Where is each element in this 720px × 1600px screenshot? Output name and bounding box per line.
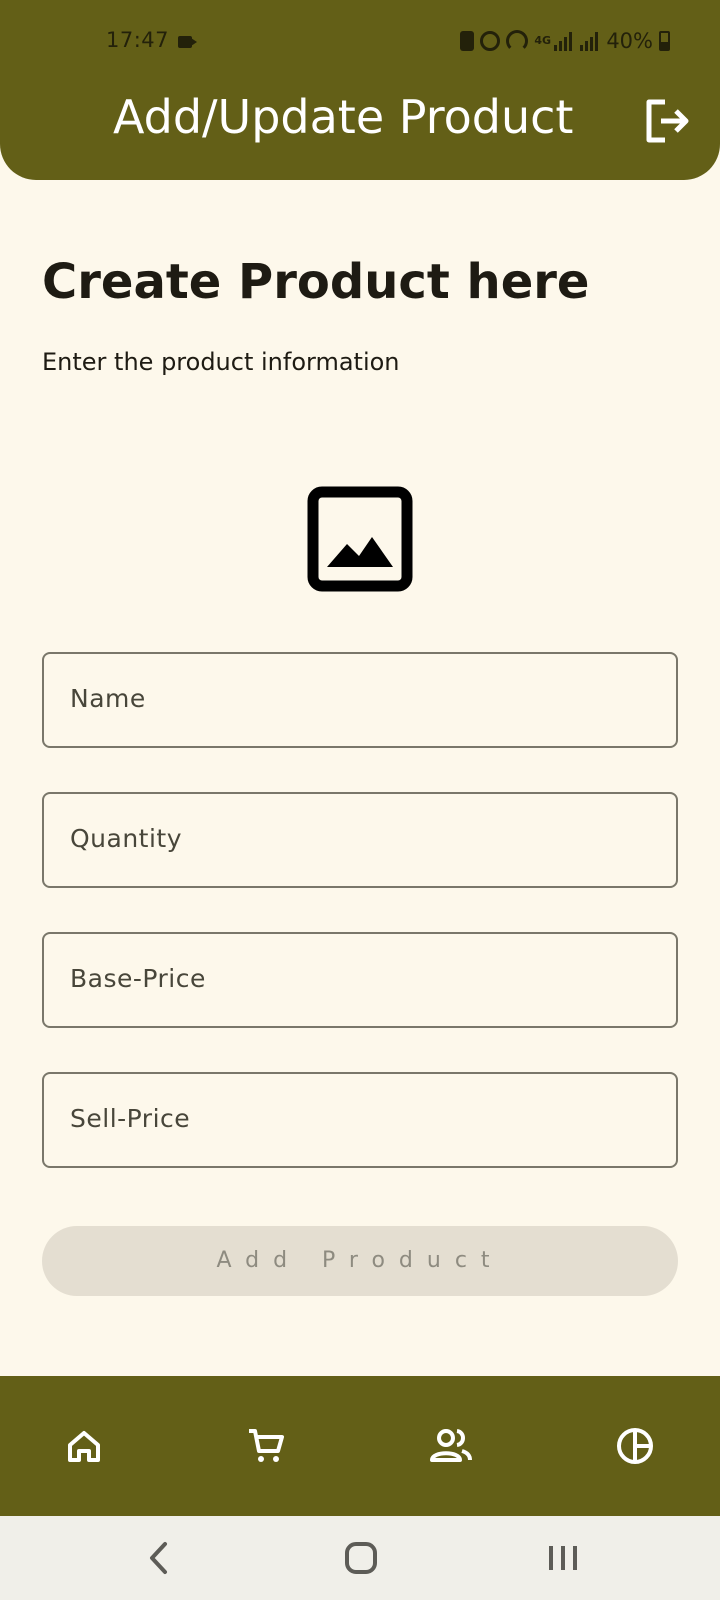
image-icon xyxy=(307,486,413,592)
sell-price-field-placeholder: Sell-Price xyxy=(70,1104,191,1133)
back-icon xyxy=(150,1542,167,1574)
signal-icon xyxy=(554,31,574,51)
battery-icon xyxy=(659,31,670,51)
pie-chart-icon xyxy=(617,1428,653,1464)
nav-item-reports[interactable] xyxy=(607,1418,663,1474)
logout-icon xyxy=(646,99,689,143)
battery-saver-icon xyxy=(460,31,475,51)
customers-icon xyxy=(430,1429,472,1462)
alarm-icon xyxy=(480,31,501,51)
battery-percent: 40% xyxy=(606,29,653,53)
form-subheading: Enter the product information xyxy=(42,348,400,376)
base-price-field[interactable]: Base-Price xyxy=(42,932,678,1028)
recents-icon xyxy=(549,1546,577,1570)
form-heading: Create Product here xyxy=(42,254,590,310)
bottom-nav xyxy=(0,1376,720,1516)
app-bar: Add/Update Product xyxy=(0,86,720,180)
home-circle-icon xyxy=(345,1542,377,1574)
system-recents-button[interactable] xyxy=(541,1536,585,1580)
status-time: 17:47 xyxy=(106,28,170,52)
nav-item-home[interactable] xyxy=(56,1418,112,1474)
add-product-button[interactable]: Add Product xyxy=(42,1226,678,1296)
quantity-field[interactable]: Quantity xyxy=(42,792,678,888)
logout-button[interactable] xyxy=(643,96,693,146)
signal-icon xyxy=(580,31,600,51)
network-type-label: 4G xyxy=(534,34,551,47)
page-title: Add/Update Product xyxy=(113,90,574,144)
nav-item-customers[interactable] xyxy=(423,1418,479,1474)
system-home-button[interactable] xyxy=(339,1536,383,1580)
home-icon xyxy=(68,1431,100,1462)
system-nav-bar xyxy=(0,1516,720,1600)
video-record-icon xyxy=(178,36,197,48)
system-back-button[interactable] xyxy=(138,1536,182,1580)
status-icons: 4G 40% xyxy=(460,28,670,54)
quantity-field-placeholder: Quantity xyxy=(70,824,183,853)
cart-icon xyxy=(249,1429,284,1462)
nav-item-cart[interactable] xyxy=(238,1418,294,1474)
image-picker[interactable] xyxy=(307,486,413,592)
status-bar: 17:47 4G 40% xyxy=(0,0,720,88)
sell-price-field[interactable]: Sell-Price xyxy=(42,1072,678,1168)
name-field[interactable]: Name xyxy=(42,652,678,748)
hotspot-icon xyxy=(506,30,529,52)
base-price-field-placeholder: Base-Price xyxy=(70,964,206,993)
name-field-placeholder: Name xyxy=(70,684,146,713)
